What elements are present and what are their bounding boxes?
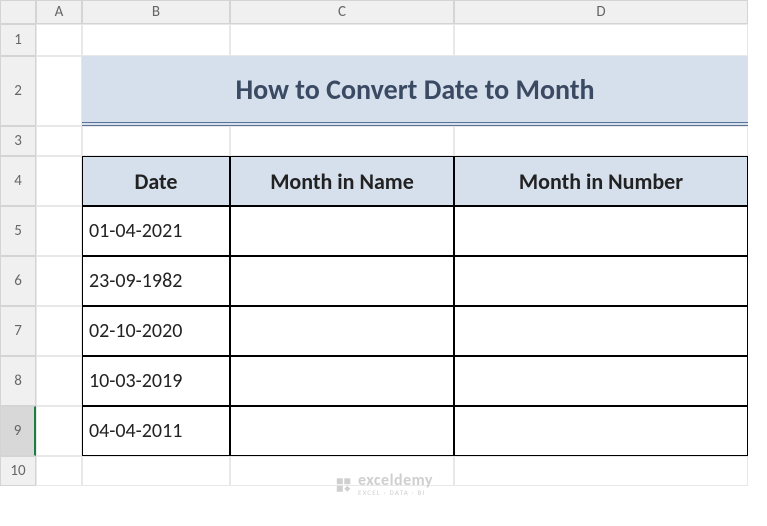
row-header-9[interactable]: 9 [0,406,36,456]
row-header-2[interactable]: 2 [0,56,36,126]
col-header-d[interactable]: D [454,0,748,24]
col-header-c[interactable]: C [230,0,454,24]
cell-b1[interactable] [82,24,230,56]
cell-b9-date[interactable]: 04-04-2011 [82,406,230,456]
row-header-8[interactable]: 8 [0,356,36,406]
col-header-a[interactable]: A [36,0,82,24]
page-title[interactable]: How to Convert Date to Month [82,56,748,126]
cell-c1[interactable] [230,24,454,56]
cell-d9-month-number[interactable] [454,406,748,456]
row-header-4[interactable]: 4 [0,156,36,206]
cell-d5-month-number[interactable] [454,206,748,256]
table-header-month-name[interactable]: Month in Name [230,156,454,206]
cell-a2[interactable] [36,56,82,126]
cell-a8[interactable] [36,356,82,406]
cell-d10[interactable] [454,456,748,486]
cell-d6-month-number[interactable] [454,256,748,306]
cell-b5-date[interactable]: 01-04-2021 [82,206,230,256]
cell-c10[interactable] [230,456,454,486]
cell-a6[interactable] [36,256,82,306]
cell-a1[interactable] [36,24,82,56]
cell-c7-month-name[interactable] [230,306,454,356]
cell-d7-month-number[interactable] [454,306,748,356]
table-header-date[interactable]: Date [82,156,230,206]
row-header-1[interactable]: 1 [0,24,36,56]
cell-c9-month-name[interactable] [230,406,454,456]
cell-d3[interactable] [454,126,748,156]
spreadsheet-grid: A B C D 1 2 How to Convert Date to Month… [0,0,767,486]
row-header-7[interactable]: 7 [0,306,36,356]
cell-a10[interactable] [36,456,82,486]
cell-b7-date[interactable]: 02-10-2020 [82,306,230,356]
cell-d1[interactable] [454,24,748,56]
row-header-10[interactable]: 10 [0,456,36,486]
cell-a3[interactable] [36,126,82,156]
cell-b3[interactable] [82,126,230,156]
cell-a7[interactable] [36,306,82,356]
cell-c3[interactable] [230,126,454,156]
cell-c6-month-name[interactable] [230,256,454,306]
cell-b10[interactable] [82,456,230,486]
cell-a9[interactable] [36,406,82,456]
cell-d8-month-number[interactable] [454,356,748,406]
col-header-b[interactable]: B [82,0,230,24]
row-header-3[interactable]: 3 [0,126,36,156]
cell-b8-date[interactable]: 10-03-2019 [82,356,230,406]
cell-c8-month-name[interactable] [230,356,454,406]
cell-a4[interactable] [36,156,82,206]
row-header-5[interactable]: 5 [0,206,36,256]
watermark-tagline: EXCEL · DATA · BI [358,489,433,496]
row-header-6[interactable]: 6 [0,256,36,306]
cell-a5[interactable] [36,206,82,256]
cell-b6-date[interactable]: 23-09-1982 [82,256,230,306]
table-header-month-number[interactable]: Month in Number [454,156,748,206]
cell-c5-month-name[interactable] [230,206,454,256]
select-all-corner[interactable] [0,0,36,24]
